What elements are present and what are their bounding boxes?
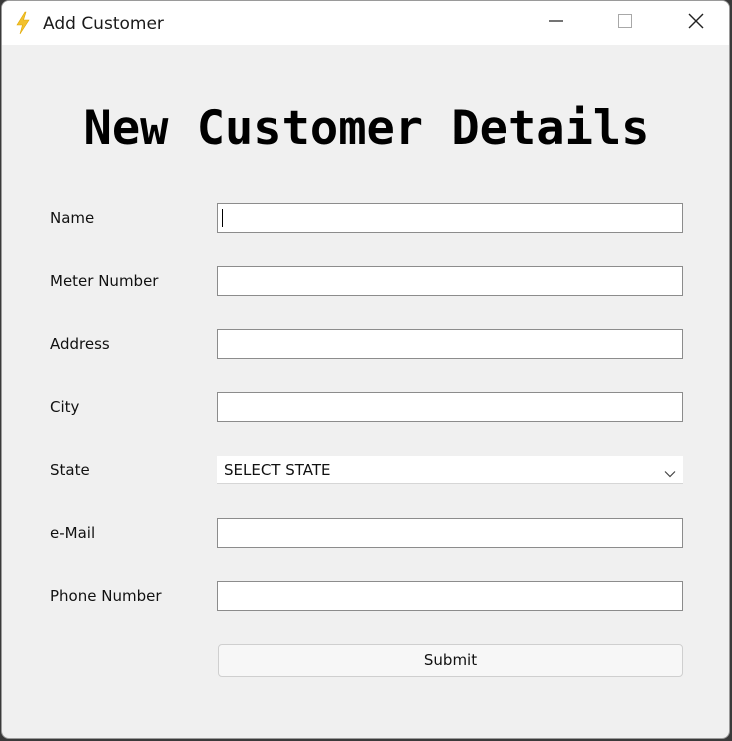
form-heading: New Customer Details	[83, 101, 650, 156]
lightning-bolt-icon	[14, 11, 32, 35]
phone-number-label: Phone Number	[50, 587, 162, 605]
address-input[interactable]	[217, 329, 683, 359]
meter-number-label: Meter Number	[50, 272, 159, 290]
city-label: City	[50, 398, 80, 416]
meter-number-input[interactable]	[217, 266, 683, 296]
name-input[interactable]	[217, 203, 683, 233]
minimize-button[interactable]	[533, 1, 579, 45]
maximize-button[interactable]	[602, 1, 648, 45]
close-button[interactable]	[673, 1, 719, 45]
close-icon	[687, 12, 705, 34]
window-title: Add Customer	[43, 14, 164, 34]
state-select-value: SELECT STATE	[224, 461, 331, 479]
city-input[interactable]	[217, 392, 683, 422]
phone-number-input[interactable]	[217, 581, 683, 611]
chevron-down-icon	[663, 464, 677, 478]
address-label: Address	[50, 335, 110, 353]
title-bar[interactable]: Add Customer	[2, 1, 729, 45]
state-select[interactable]: SELECT STATE	[217, 456, 683, 484]
email-input[interactable]	[217, 518, 683, 548]
state-label: State	[50, 461, 90, 479]
text-caret	[222, 209, 223, 227]
name-label: Name	[50, 209, 95, 227]
add-customer-window: Add Customer New Customer Details Name M…	[1, 0, 730, 739]
email-label: e-Mail	[50, 524, 96, 542]
maximize-icon	[617, 13, 633, 33]
submit-button[interactable]: Submit	[218, 644, 683, 677]
minimize-icon	[548, 13, 564, 33]
